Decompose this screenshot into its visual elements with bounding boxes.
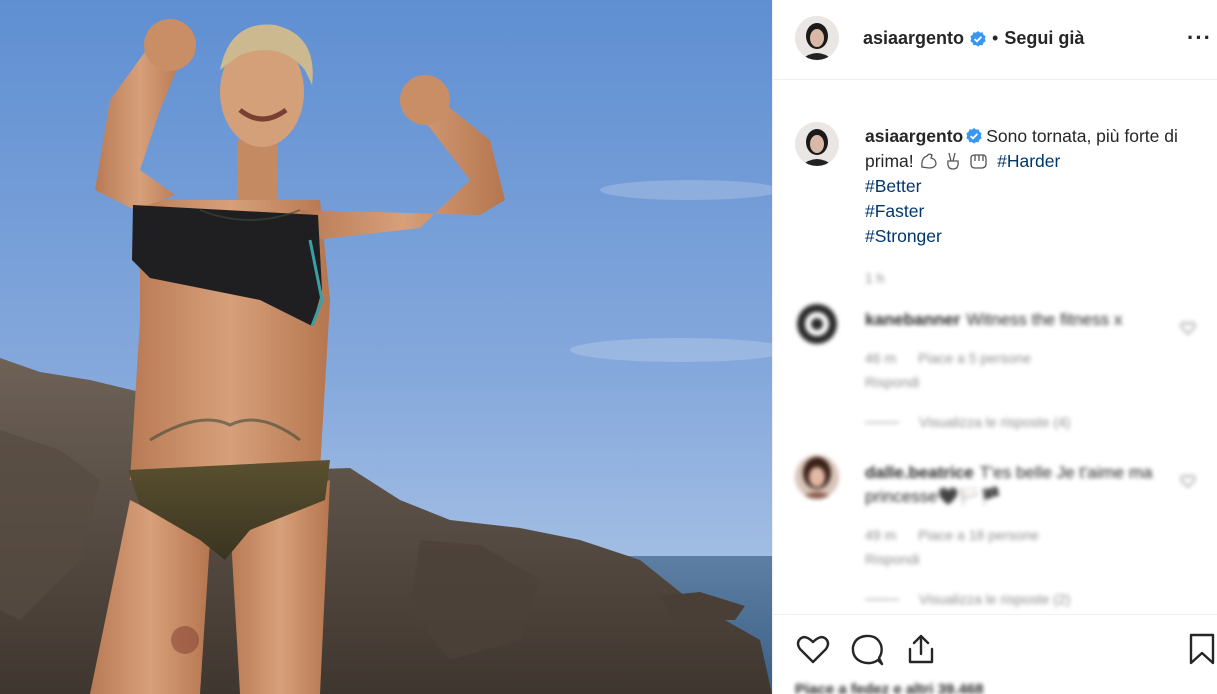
comment-username[interactable]: kanebanner <box>865 310 960 329</box>
post-action-bar: Piace a fedez e altri 39.468 <box>773 614 1217 694</box>
author-avatar[interactable] <box>795 16 839 60</box>
caption-text-block: asiaargento Sono tornata, più forte di p… <box>865 124 1205 249</box>
reply-button[interactable]: Rispondi <box>865 370 1165 394</box>
hashtag-link[interactable]: #Stronger <box>865 224 1205 249</box>
comment-heart-icon[interactable] <box>1180 320 1196 336</box>
hashtag-link[interactable]: #Better <box>865 174 1205 199</box>
view-replies-button[interactable]: Visualizza le risposte (4) <box>865 410 1165 434</box>
victory-hand-emoji-icon <box>947 152 960 170</box>
heart-icon[interactable] <box>795 631 831 667</box>
caption-username[interactable]: asiaargento <box>865 126 963 146</box>
comment-meta: 46 m Piace a 5 persone <box>865 346 1165 370</box>
follow-button[interactable]: Segui già <box>1004 28 1084 49</box>
share-icon[interactable] <box>903 631 939 667</box>
comment-text: Witness the fitness x <box>966 310 1123 329</box>
caption-avatar[interactable] <box>795 122 839 166</box>
caption-timestamp: 1 h <box>865 270 885 286</box>
view-replies-button[interactable]: Visualizza le risposte (2) <box>865 587 1165 611</box>
commenter-avatar[interactable] <box>795 302 839 346</box>
view-replies-label: Visualizza le risposte (2) <box>919 591 1071 607</box>
author-username[interactable]: asiaargento <box>863 28 964 49</box>
comment-body: dalle.beatrice T'es belle Je t'aime ma pr… <box>865 461 1165 611</box>
post-photo[interactable] <box>0 0 772 694</box>
commenter-avatar[interactable] <box>795 455 839 499</box>
hashtag-link[interactable]: #Faster <box>865 199 1205 224</box>
comment-meta: 49 m Piace a 18 persone <box>865 523 1165 547</box>
comment-time: 49 m <box>865 527 897 543</box>
post-header: asiaargento • Segui già ··· <box>773 0 1217 80</box>
more-options-icon[interactable]: ··· <box>1187 25 1212 51</box>
likes-count[interactable]: Piace a fedez e altri 39.468 <box>795 681 983 694</box>
comment-body: kanebanner Witness the fitness x 46 m Piac… <box>865 308 1165 434</box>
verified-badge-icon <box>966 128 982 144</box>
comment-icon[interactable] <box>849 631 885 667</box>
verified-badge-icon <box>970 30 986 47</box>
comment-username[interactable]: dalle.beatrice <box>865 463 974 482</box>
comment-likes[interactable]: Piace a 18 persone <box>918 527 1039 543</box>
view-replies-label: Visualizza le risposte (4) <box>919 414 1071 430</box>
reply-button[interactable]: Rispondi <box>865 547 1165 571</box>
replies-divider <box>865 598 899 600</box>
replies-divider <box>865 421 899 423</box>
comment-time: 46 m <box>865 350 897 366</box>
comment-heart-icon[interactable] <box>1180 473 1196 489</box>
hashtag-link[interactable]: #Harder <box>997 151 1060 171</box>
caption-emojis <box>919 149 989 174</box>
post-header-line: asiaargento • Segui già <box>863 28 1084 49</box>
bookmark-icon[interactable] <box>1183 631 1215 667</box>
separator-dot: • <box>992 28 999 48</box>
post-side-panel: asiaargento • Segui già ··· asiaargento … <box>772 0 1217 694</box>
comment-likes[interactable]: Piace a 5 persone <box>918 350 1031 366</box>
flexed-biceps-emoji-icon <box>920 153 937 169</box>
oncoming-fist-emoji-icon <box>970 154 987 169</box>
post-photo-image <box>0 0 772 694</box>
